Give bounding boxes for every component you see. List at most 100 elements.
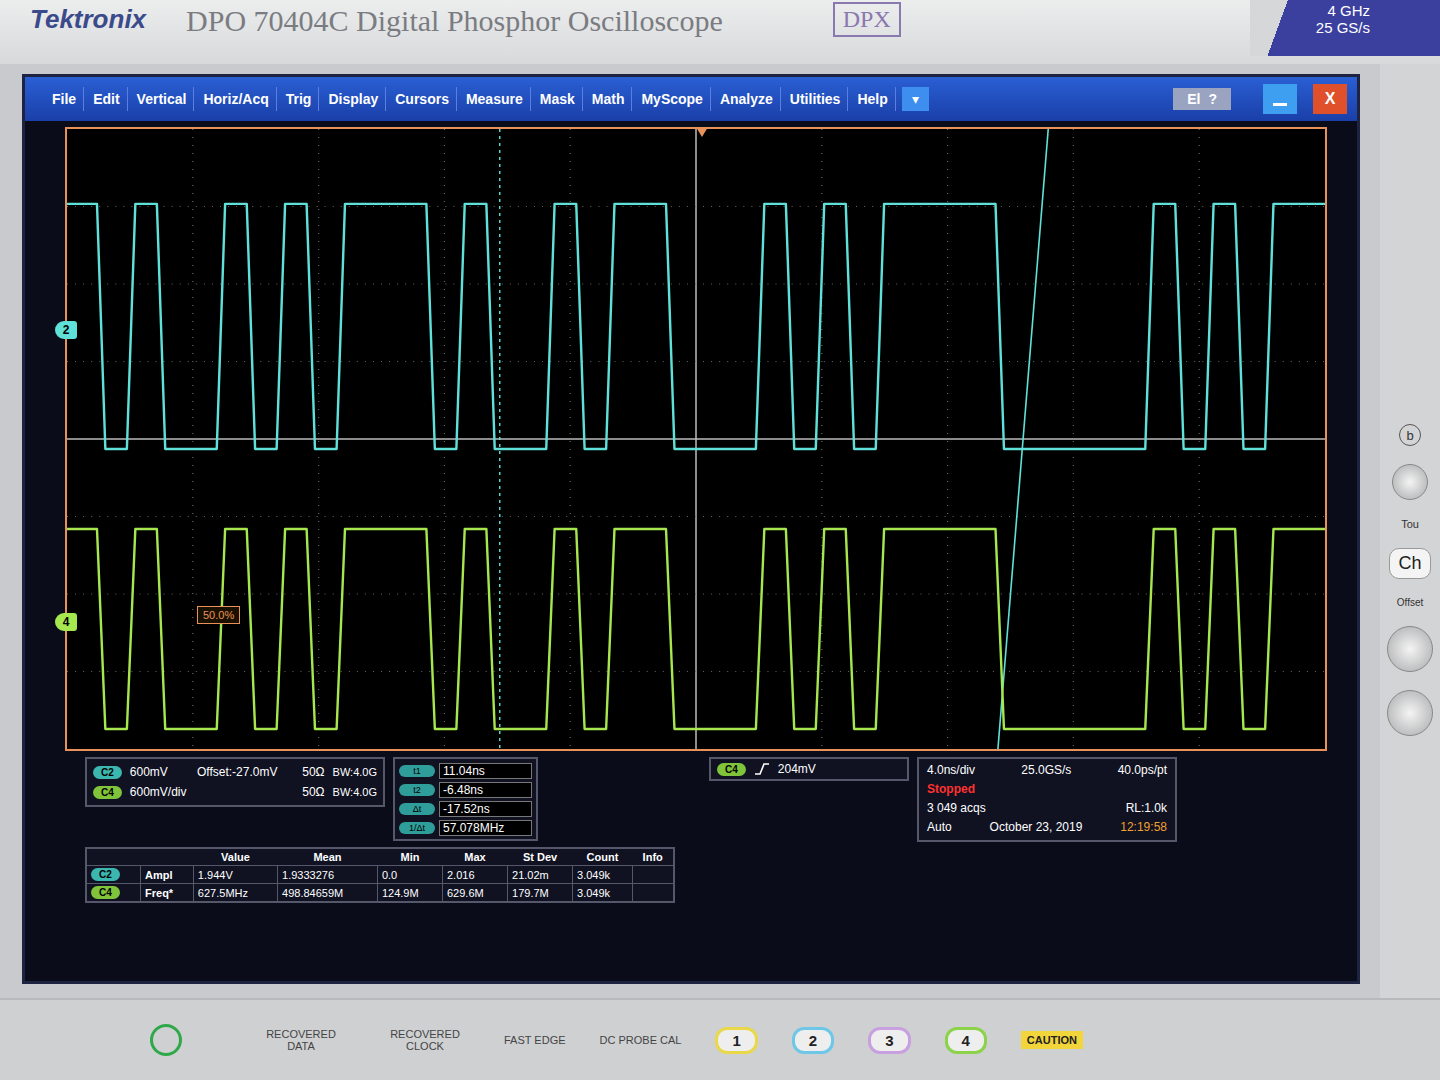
waveform-trace	[67, 204, 1325, 449]
menu-item[interactable]: Measure	[459, 87, 531, 111]
front-panel-side: b Tou Ch Offset	[1380, 64, 1440, 998]
column-header: Info	[632, 848, 674, 866]
table-cell	[632, 884, 674, 903]
oscilloscope: TektronixDPO 70404C Digital Phosphor Osc…	[0, 0, 1440, 1080]
source-badge: C4	[91, 886, 120, 899]
cursor-badge: 1/Δt	[399, 822, 435, 834]
side-label: b	[1399, 424, 1421, 446]
screen-frame: FileEditVerticalHoriz/AcqTrigDisplayCurs…	[0, 64, 1380, 998]
menu-item[interactable]: File	[45, 87, 84, 111]
menu-item[interactable]: Edit	[86, 87, 127, 111]
grid-line	[67, 361, 1325, 362]
clock: 12:19:58	[1120, 820, 1167, 836]
menu-item[interactable]: MyScope	[634, 87, 710, 111]
table-header: ValueMeanMinMaxSt DevCountInfo	[86, 848, 674, 866]
minimize-icon	[1273, 103, 1287, 106]
trigger-level-label: 50.0%	[197, 606, 240, 624]
table-cell: 2.016	[442, 866, 507, 884]
table-cell: 0.0	[377, 866, 442, 884]
readouts: C2600mVOffset:-27.0mV50ΩBW:4.0GC4600mV/d…	[85, 757, 1327, 903]
dpx-badge: DPX	[833, 2, 901, 37]
channel-number[interactable]: 2	[792, 1027, 834, 1054]
menu-item[interactable]: Display	[321, 87, 386, 111]
menu-item[interactable]: Trig	[279, 87, 320, 111]
menu-item[interactable]: Mask	[533, 87, 583, 111]
grid-line	[67, 671, 1325, 672]
close-button[interactable]: X	[1313, 84, 1347, 114]
cursor-row: t2-6.48ns	[399, 780, 532, 799]
acquisition-readout[interactable]: 4.0ns/div25.0GS/s40.0ps/ptStopped3 049 a…	[917, 757, 1177, 842]
menu-item[interactable]: Math	[585, 87, 633, 111]
trigger-position-icon	[696, 127, 708, 137]
waveform-trace	[67, 529, 1325, 729]
grid-line	[67, 516, 1325, 517]
channel-readout[interactable]: C2600mVOffset:-27.0mV50ΩBW:4.0GC4600mV/d…	[85, 757, 385, 807]
cursor-readout[interactable]: t111.04nst2-6.48nsΔt-17.52ns1/Δt57.078MH…	[393, 757, 538, 841]
menu-item[interactable]: Help	[850, 87, 895, 111]
table-cell: 629.6M	[442, 884, 507, 903]
table-cell: 21.02m	[508, 866, 573, 884]
front-panel-bottom: RECOVERED DATARECOVERED CLOCKFAST EDGEDC…	[0, 998, 1440, 1080]
cursor-line[interactable]	[499, 129, 500, 749]
status-icon: El	[1187, 91, 1200, 107]
channel-button[interactable]: Ch	[1389, 548, 1430, 579]
offset-knob[interactable]	[1387, 626, 1433, 672]
specs-badge: 4 GHz25 GS/s	[1250, 0, 1440, 56]
spec-text: 25 GS/s	[1316, 19, 1370, 36]
menu-dropdown-button[interactable]: ▾	[902, 87, 929, 111]
grid-line	[67, 206, 1325, 207]
cursor-row: 1/Δt57.078MHz	[399, 818, 532, 837]
cursor-row: Δt-17.52ns	[399, 799, 532, 818]
channel-number[interactable]: 4	[945, 1027, 987, 1054]
column-header: Value	[193, 848, 277, 866]
run-state: Stopped	[927, 782, 975, 798]
cursor-line[interactable]	[998, 129, 1048, 749]
channel-marker[interactable]: 4	[55, 613, 77, 631]
table-row: C4Freq*627.5MHz498.84659M124.9M629.6M179…	[86, 884, 674, 903]
column-header: Max	[442, 848, 507, 866]
channel-row: C2600mVOffset:-27.0mV50ΩBW:4.0G	[93, 762, 377, 782]
menu-item[interactable]: Cursors	[388, 87, 457, 111]
table-cell	[632, 866, 674, 884]
connector-label: RECOVERED DATA	[256, 1028, 346, 1052]
trigger-readout[interactable]: C4204mV	[709, 757, 909, 781]
column-header: Count	[573, 848, 633, 866]
menu-item[interactable]: Horiz/Acq	[196, 87, 276, 111]
channel-marker[interactable]: 2	[55, 321, 77, 339]
spec-text: 4 GHz	[1327, 2, 1370, 19]
table-cell: 3.049k	[573, 884, 633, 903]
menu-item[interactable]: Utilities	[783, 87, 849, 111]
channel-row: C4600mV/div50ΩBW:4.0G	[93, 782, 377, 802]
table-cell: 1.9333276	[278, 866, 378, 884]
measurement-table[interactable]: ValueMeanMinMaxSt DevCountInfoC2Ampl1.94…	[85, 847, 675, 903]
power-button[interactable]	[150, 1024, 182, 1056]
waveform-display: 2450.0%	[65, 127, 1327, 751]
menu-item[interactable]: Analyze	[713, 87, 781, 111]
table-cell: 498.84659M	[278, 884, 378, 903]
screen: FileEditVerticalHoriz/AcqTrigDisplayCurs…	[22, 74, 1360, 984]
caution-label: CAUTION	[1021, 1031, 1083, 1049]
column-header: Mean	[278, 848, 378, 866]
channel-number[interactable]: 3	[868, 1027, 910, 1054]
side-label: Offset	[1397, 597, 1424, 608]
table-cell: 627.5MHz	[193, 884, 277, 903]
connector-label: FAST EDGE	[504, 1034, 566, 1046]
grid-line	[67, 283, 1325, 284]
cursor-badge: Δt	[399, 803, 435, 815]
table-cell: 3.049k	[573, 866, 633, 884]
side-label: Tou	[1401, 518, 1419, 530]
cursor-badge: t2	[399, 784, 435, 796]
channel-number[interactable]: 1	[715, 1027, 757, 1054]
connector-label: DC PROBE CAL	[600, 1034, 682, 1046]
grid-line	[67, 593, 1325, 594]
minimize-button[interactable]	[1263, 84, 1297, 114]
rising-edge-icon	[754, 762, 770, 776]
status-box: El?	[1173, 88, 1231, 110]
menu-item[interactable]: Vertical	[130, 87, 195, 111]
knob[interactable]	[1387, 690, 1433, 736]
source-badge: C2	[91, 868, 120, 881]
column-header: Min	[377, 848, 442, 866]
bezel-top: TektronixDPO 70404C Digital Phosphor Osc…	[0, 0, 1440, 64]
menu-bar: FileEditVerticalHoriz/AcqTrigDisplayCurs…	[25, 77, 1357, 121]
knob[interactable]	[1392, 464, 1428, 500]
